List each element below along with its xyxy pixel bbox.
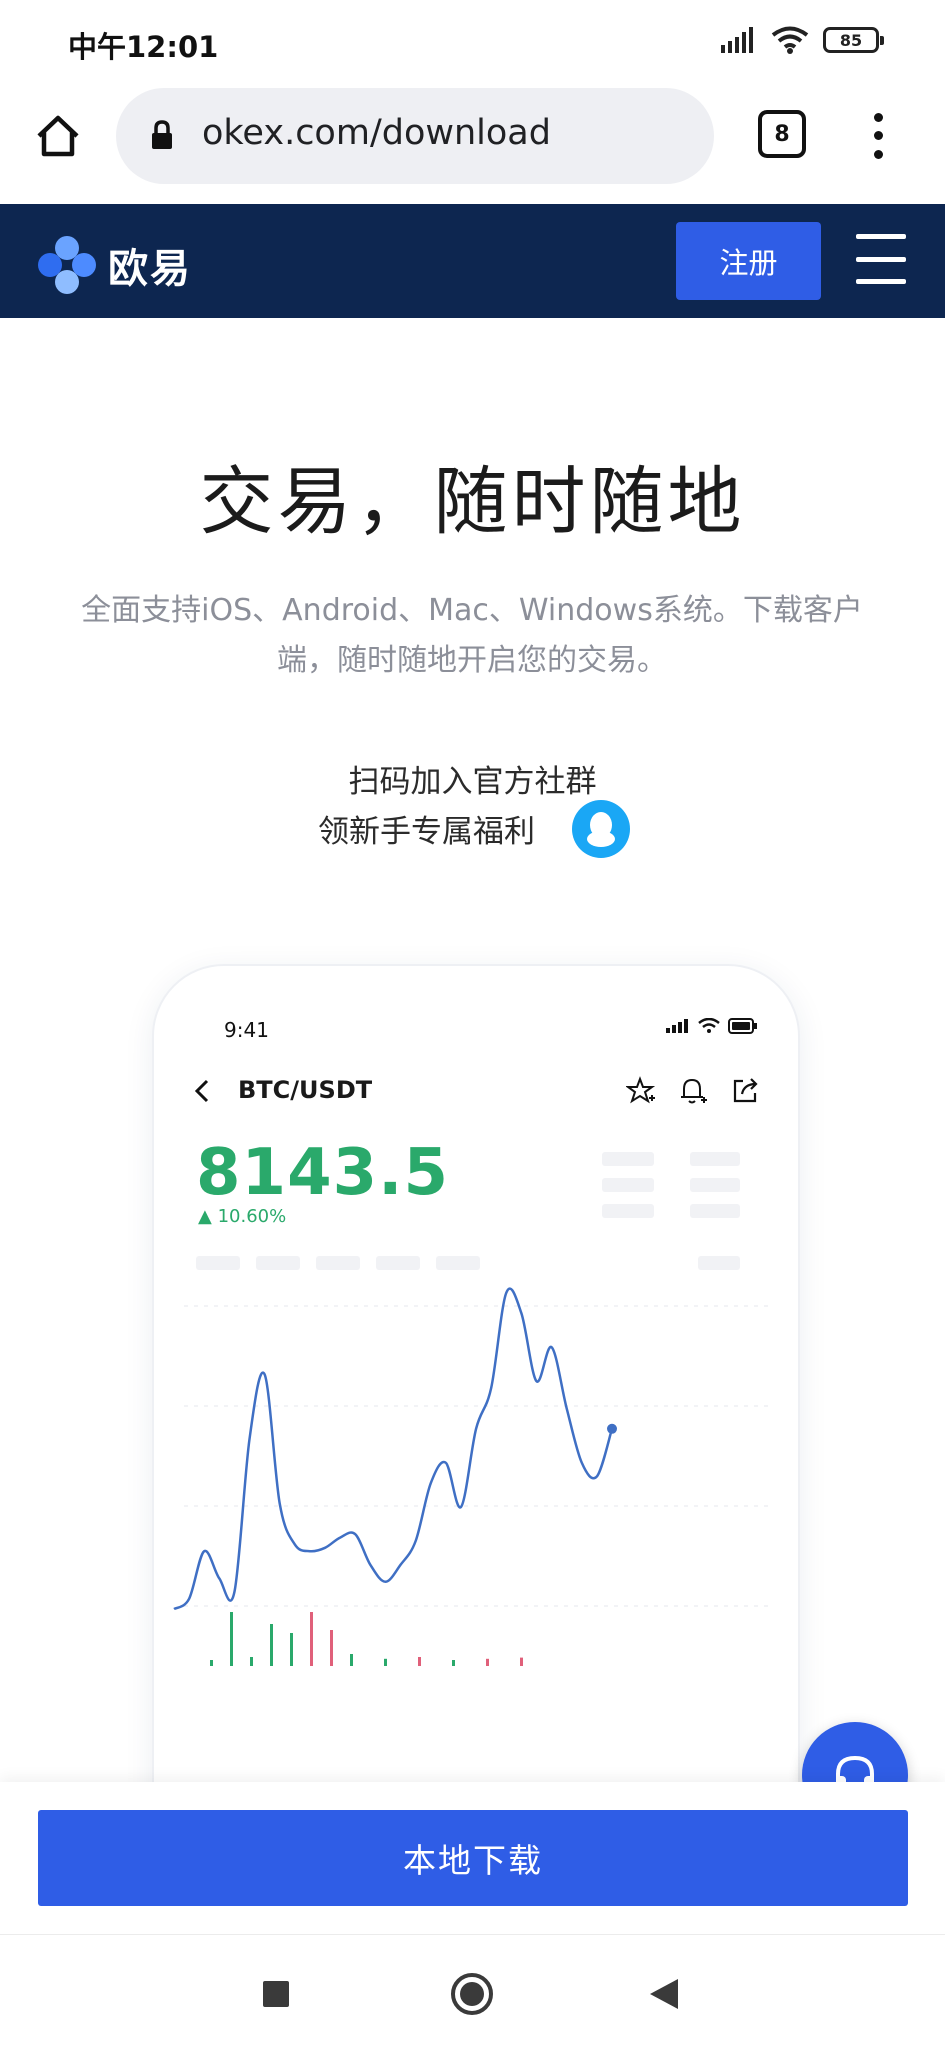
mock-battery-icon: [728, 1018, 757, 1034]
tab-count: 8: [774, 121, 790, 147]
system-nav-bar: [0, 1934, 945, 2048]
mock-status-icons: [666, 1018, 758, 1034]
tab-switcher-button[interactable]: 8: [758, 110, 806, 158]
wifi-icon: [771, 26, 809, 54]
more-options-button[interactable]: [858, 108, 898, 164]
site-header: 欧易 注册: [0, 204, 945, 318]
signal-icon: [721, 27, 753, 53]
mock-signal-icon: [666, 1019, 688, 1033]
volume-bar: [270, 1624, 273, 1666]
placeholder-bar: [690, 1152, 740, 1166]
battery-indicator: 85: [823, 27, 884, 53]
mock-wifi-icon: [698, 1018, 720, 1033]
status-icons: 85: [721, 26, 884, 54]
mock-actions: [626, 1076, 760, 1106]
community-line-1: 扫码加入官方社群: [348, 764, 597, 800]
volume-bar: [230, 1612, 233, 1666]
mock-trading-pair: BTC/USDT: [238, 1076, 373, 1104]
register-button[interactable]: 注册: [676, 222, 821, 300]
mock-alert-icon: [681, 1078, 707, 1104]
placeholder-bar: [602, 1178, 654, 1192]
download-panel: 本地下载: [0, 1782, 945, 1934]
back-system-button[interactable]: [650, 1979, 678, 2009]
qq-penguin-icon: [587, 812, 615, 847]
menu-line: [856, 256, 906, 262]
home-dot: [460, 1982, 484, 2006]
volume-bar: [210, 1660, 213, 1666]
home-system-button[interactable]: [451, 1973, 493, 2015]
mock-time: 9:41: [224, 1018, 269, 1042]
mock-price: 8143.5: [196, 1136, 449, 1210]
logo-icon: [36, 234, 98, 296]
address-bar[interactable]: okex.com/download: [116, 88, 714, 184]
more-dot: [873, 150, 883, 160]
hero-title: 交易，随时随地: [199, 459, 746, 545]
more-dot: [873, 131, 883, 141]
placeholder-bar: [602, 1152, 654, 1166]
local-download-button[interactable]: 本地下载: [38, 1810, 908, 1906]
battery-level: 85: [839, 30, 863, 50]
browser-toolbar: okex.com/download 8: [0, 84, 945, 204]
volume-bar: [384, 1658, 387, 1666]
volume-bar: [290, 1633, 293, 1666]
hero-subtitle: 全面支持iOS、Android、Mac、Windows系统。下载客户端，随时随地…: [81, 593, 863, 678]
community-line-2: 领新手专属福利: [318, 814, 535, 850]
status-time: 中午12:01: [68, 30, 219, 64]
menu-line: [856, 234, 906, 239]
placeholder-bar: [602, 1204, 654, 1218]
last-price-dot: [607, 1423, 617, 1434]
status-bar: 中午12:01 85: [0, 0, 945, 84]
home-button[interactable]: [30, 108, 86, 164]
volume-bar: [310, 1612, 313, 1666]
volume-bar: [418, 1657, 421, 1666]
mock-back-icon: [194, 1079, 209, 1103]
volume-bar: [330, 1630, 333, 1666]
mock-share-icon: [733, 1078, 758, 1103]
menu-line: [856, 279, 906, 284]
more-dot: [873, 112, 883, 122]
home-icon: [37, 115, 79, 157]
volume-bar: [452, 1660, 455, 1666]
lock-icon: [152, 120, 172, 149]
mock-change: ▲ 10.60%: [198, 1206, 287, 1227]
placeholder-bar: [690, 1178, 740, 1192]
mock-favorite-icon: [626, 1076, 656, 1104]
price-line: [173, 1287, 614, 1611]
hamburger-menu-button[interactable]: [856, 234, 908, 284]
qq-icon[interactable]: [572, 800, 630, 858]
placeholder-bar: [690, 1204, 740, 1218]
recent-apps-button[interactable]: [263, 1981, 289, 2007]
volume-bar: [520, 1657, 523, 1666]
site-logo[interactable]: 欧易: [36, 234, 192, 296]
url-text: okex.com/download: [202, 113, 551, 153]
volume-bar: [250, 1657, 253, 1666]
volume-bar: [486, 1658, 489, 1666]
volume-bar: [350, 1654, 353, 1666]
logo-text: 欧易: [108, 246, 192, 292]
